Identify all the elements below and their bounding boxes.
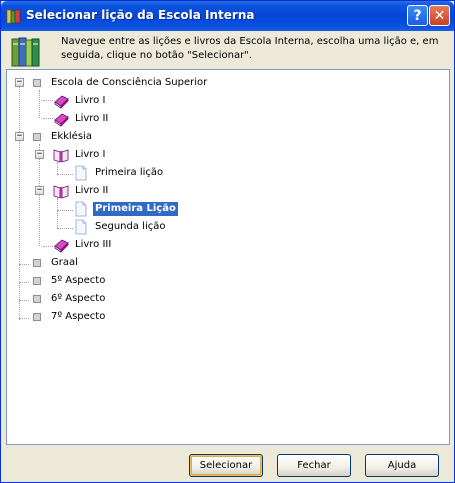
collapse-toggle[interactable]: − bbox=[35, 150, 44, 159]
tree-node-aspecto[interactable]: 5º Aspecto bbox=[33, 273, 107, 289]
tree-line bbox=[19, 264, 29, 265]
tree-node-label: Escola de Consciência Superior bbox=[51, 77, 208, 88]
tree-line bbox=[43, 100, 53, 101]
dialog-window: Selecionar lição da Escola Interna ? ✕ N… bbox=[0, 0, 455, 483]
tree-node-label: Livro I bbox=[75, 95, 106, 106]
tree-node-label: 7º Aspecto bbox=[51, 311, 106, 322]
title-help-button[interactable]: ? bbox=[407, 5, 428, 26]
open-book-icon bbox=[53, 149, 69, 163]
square-bullet-icon bbox=[33, 295, 41, 303]
open-book-icon bbox=[53, 185, 69, 199]
tree-node-label: Primeira Lição bbox=[93, 202, 178, 216]
tree-node-label: 6º Aspecto bbox=[51, 293, 106, 304]
tree-node-aspecto[interactable]: 7º Aspecto bbox=[33, 309, 107, 325]
tree-node-lesson[interactable]: Segunda lição bbox=[73, 219, 167, 235]
page-icon bbox=[75, 165, 87, 181]
page-icon bbox=[75, 201, 87, 217]
tree-line bbox=[19, 300, 29, 301]
title-bar[interactable]: Selecionar lição da Escola Interna ? ✕ bbox=[1, 1, 454, 31]
collapse-toggle[interactable]: − bbox=[15, 132, 24, 141]
tree-line bbox=[39, 90, 40, 118]
tree-node-label: Livro II bbox=[75, 113, 109, 124]
page-icon bbox=[75, 219, 87, 235]
tree-node-label: 5º Aspecto bbox=[51, 275, 106, 286]
instructions-text: Navegue entre as lições e livros da Esco… bbox=[61, 36, 439, 61]
tree-node-livro[interactable]: Livro II bbox=[53, 111, 110, 127]
tree-line bbox=[57, 198, 58, 228]
tree-node-livro[interactable]: Livro I bbox=[53, 147, 107, 163]
tree-node-aspecto[interactable]: 6º Aspecto bbox=[33, 291, 107, 307]
tree-node-graal[interactable]: Graal bbox=[33, 255, 80, 271]
title-close-button[interactable]: ✕ bbox=[429, 5, 450, 26]
collapse-toggle[interactable]: − bbox=[15, 78, 24, 87]
square-bullet-icon bbox=[33, 259, 41, 267]
tree-node-label: Graal bbox=[51, 257, 78, 268]
closed-book-icon bbox=[54, 113, 69, 127]
tree-line bbox=[19, 318, 29, 319]
square-bullet-icon bbox=[33, 79, 41, 87]
instructions-panel: Navegue entre as lições e livros da Esco… bbox=[5, 31, 452, 70]
tree-node-label: Segunda lição bbox=[95, 221, 166, 232]
square-bullet-icon bbox=[33, 133, 41, 141]
tree-line bbox=[43, 246, 53, 247]
tree-node-livro[interactable]: Livro II bbox=[53, 183, 110, 199]
tree-node-lesson[interactable]: Primeira lição bbox=[73, 165, 165, 181]
tree-line bbox=[19, 282, 29, 283]
select-button[interactable]: Selecionar bbox=[189, 454, 263, 477]
tree-node-lesson-selected[interactable]: Primeira Lição bbox=[73, 201, 178, 217]
square-bullet-icon bbox=[33, 313, 41, 321]
lesson-tree[interactable]: − − − − Escola de Consciência Superior L… bbox=[6, 69, 450, 445]
tree-line bbox=[19, 82, 20, 320]
square-bullet-icon bbox=[33, 277, 41, 285]
tree-node-label: Ekklésia bbox=[51, 131, 92, 142]
closed-book-icon bbox=[54, 239, 69, 253]
close-button[interactable]: Fechar bbox=[277, 454, 351, 477]
books-stack-icon bbox=[11, 37, 40, 67]
books-icon bbox=[6, 9, 21, 24]
closed-book-icon bbox=[54, 95, 69, 109]
tree-node-label: Primeira lição bbox=[95, 167, 164, 178]
tree-line bbox=[43, 118, 53, 119]
tree-node-label: Livro I bbox=[75, 149, 106, 160]
tree-node-livro[interactable]: Livro III bbox=[53, 237, 113, 253]
tree-line bbox=[57, 162, 58, 174]
tree-node-escola[interactable]: Escola de Consciência Superior bbox=[33, 75, 209, 91]
tree-line bbox=[57, 174, 73, 175]
tree-node-label: Livro II bbox=[75, 185, 109, 196]
help-button[interactable]: Ajuda bbox=[365, 454, 439, 477]
tree-node-livro[interactable]: Livro I bbox=[53, 93, 107, 109]
tree-node-ekklesia[interactable]: Ekklésia bbox=[33, 129, 94, 145]
tree-node-label: Livro III bbox=[75, 239, 112, 250]
window-title: Selecionar lição da Escola Interna bbox=[26, 8, 255, 22]
tree-line bbox=[39, 144, 40, 246]
collapse-toggle[interactable]: − bbox=[35, 186, 44, 195]
tree-line bbox=[57, 228, 73, 229]
tree-line bbox=[57, 210, 73, 211]
